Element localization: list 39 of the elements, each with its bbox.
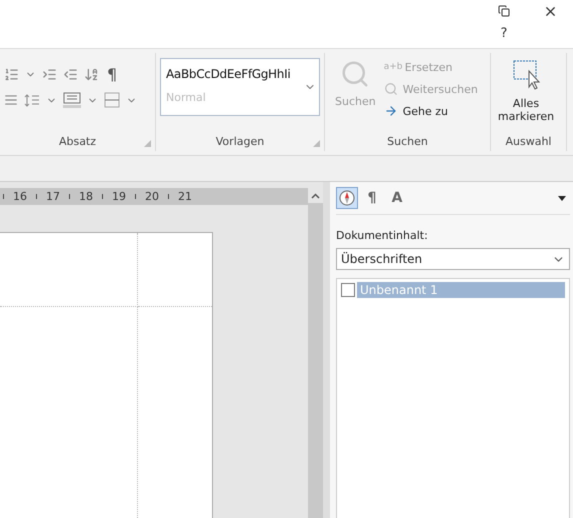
- panel-tab[interactable]: ¶: [361, 187, 383, 209]
- ribbon-command[interactable]: Gehe zu: [384, 102, 478, 120]
- numbered-list-icon[interactable]: [4, 66, 19, 82]
- shading-icon[interactable]: [63, 92, 81, 108]
- search-icon: [384, 82, 398, 96]
- justify-icon[interactable]: [4, 93, 18, 107]
- borders-icon[interactable]: [104, 92, 120, 108]
- compass-icon: [339, 190, 355, 206]
- selection-cursor-icon: [511, 59, 541, 91]
- restore-icon: [498, 5, 510, 17]
- ruler-number: 16: [13, 190, 27, 203]
- search-icon: [340, 59, 370, 89]
- replace-icon: a+b: [384, 62, 400, 72]
- style-gallery[interactable]: AaBbCcDdEeFfGgHhIi Normal: [160, 58, 320, 116]
- ruler-number: 18: [79, 190, 93, 203]
- panel-tab[interactable]: A: [386, 187, 408, 209]
- ruler-number: 17: [46, 190, 60, 203]
- help-button[interactable]: ?: [500, 26, 508, 41]
- ruler-number: 20: [145, 190, 159, 203]
- indent-increase-icon[interactable]: [42, 66, 57, 82]
- content-dropdown[interactable]: Überschriften: [336, 248, 570, 270]
- scroll-up-icon[interactable]: [311, 192, 320, 198]
- group-label: Suchen: [387, 134, 428, 148]
- group-label: Auswahl: [506, 134, 552, 148]
- ruler-number: 21: [178, 190, 192, 203]
- field-label: Dokumentinhalt:: [336, 229, 429, 242]
- checkbox[interactable]: [341, 283, 355, 297]
- select-all-button[interactable]: Alles markieren: [491, 53, 561, 131]
- style-name: Normal: [166, 91, 207, 104]
- indent-decrease-icon[interactable]: [63, 66, 78, 82]
- ruler-number: 19: [112, 190, 126, 203]
- group-label: Absatz: [58, 134, 96, 148]
- vertical-scrollbar[interactable]: [308, 188, 323, 518]
- sort-icon[interactable]: [84, 66, 99, 82]
- style-sample: AaBbCcDdEeFfGgHhIi: [166, 67, 292, 81]
- group-label: Vorlagen: [216, 134, 264, 148]
- formatting-marks-button[interactable]: ¶: [105, 64, 120, 84]
- panel-tab[interactable]: [336, 187, 358, 209]
- line-spacing-icon[interactable]: [24, 92, 40, 108]
